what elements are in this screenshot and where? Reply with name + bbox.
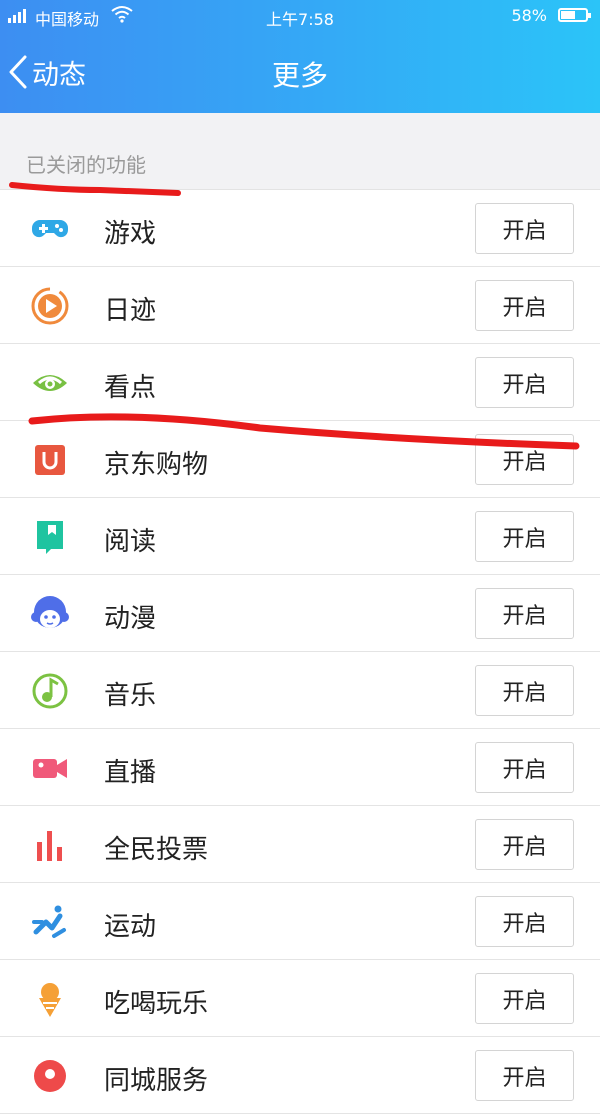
feature-label: 游戏	[104, 219, 157, 249]
feature-row: 阅读 开启	[0, 498, 600, 575]
enable-button[interactable]: 开启	[475, 742, 574, 793]
feature-row: 音乐 开启	[0, 652, 600, 729]
feature-row: 京东购物 开启	[0, 421, 600, 498]
feature-row: 直播 开启	[0, 729, 600, 806]
music-note-icon	[30, 671, 70, 711]
enable-button[interactable]: 开启	[475, 280, 574, 331]
enable-button[interactable]: 开启	[475, 973, 574, 1024]
feature-label: 阅读	[104, 527, 157, 557]
enable-button[interactable]: 开启	[475, 511, 574, 562]
feature-label: 吃喝玩乐	[104, 989, 209, 1019]
feature-label: 音乐	[104, 681, 157, 711]
location-icon	[30, 1056, 70, 1096]
running-icon	[30, 902, 70, 942]
feature-row: 全民投票 开启	[0, 806, 600, 883]
cartoon-face-icon	[30, 594, 70, 634]
clock: 上午7:58	[266, 10, 334, 29]
feature-row: 同城服务 开启	[0, 1037, 600, 1114]
enable-button[interactable]: 开启	[475, 819, 574, 870]
feature-row: 吃喝玩乐 开启	[0, 960, 600, 1037]
book-icon	[30, 517, 70, 557]
battery-icon	[558, 8, 591, 22]
bar-chart-icon	[30, 825, 70, 865]
play-circle-icon	[30, 286, 70, 326]
page-title: 更多	[271, 59, 328, 92]
feature-row: 看点 开启	[0, 344, 600, 421]
feature-row: 动漫 开启	[0, 575, 600, 652]
enable-button[interactable]: 开启	[475, 357, 574, 408]
feature-row: 运动 开启	[0, 883, 600, 960]
battery-percent: 58%	[511, 6, 547, 25]
feature-label: 动漫	[104, 604, 157, 634]
feature-list: 游戏 开启 日迹 开启 看点 开启 京东购物 开启 阅读 开启 动漫 开启 音乐 开启 直播 开启 全民投票 开启…	[0, 189, 600, 1114]
enable-button[interactable]: 开启	[475, 1050, 574, 1101]
enable-button[interactable]: 开启	[475, 665, 574, 716]
feature-label: 京东购物	[104, 450, 209, 480]
ice-cream-icon	[30, 979, 70, 1019]
feature-label: 日迹	[104, 296, 157, 326]
enable-button[interactable]: 开启	[475, 896, 574, 947]
shopping-bag-icon	[30, 440, 70, 480]
feature-label: 直播	[104, 758, 157, 788]
feature-row: 游戏 开启	[0, 190, 600, 267]
feature-label: 运动	[104, 912, 157, 942]
status-bar: 中国移动 上午7:58 58%	[0, 0, 600, 32]
feature-row: 日迹 开启	[0, 267, 600, 344]
app-header: 中国移动 上午7:58 58% 动态 更多	[0, 0, 600, 113]
enable-button[interactable]: 开启	[475, 588, 574, 639]
feature-label: 看点	[104, 373, 157, 403]
enable-button[interactable]: 开启	[475, 434, 574, 485]
video-camera-icon	[30, 748, 70, 788]
feature-label: 全民投票	[104, 835, 209, 865]
enable-button[interactable]: 开启	[475, 203, 574, 254]
section-label: 已关闭的功能	[26, 153, 146, 177]
gamepad-icon	[30, 209, 70, 249]
eye-icon	[30, 363, 70, 403]
